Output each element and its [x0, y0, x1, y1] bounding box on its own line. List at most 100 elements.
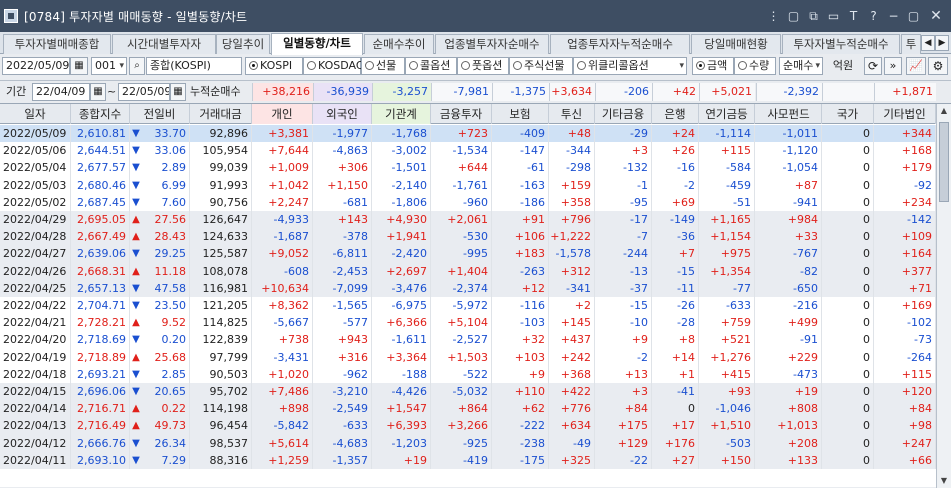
tab-next-icon[interactable]: ▶	[935, 35, 949, 51]
radio-quantity[interactable]: 수량	[734, 57, 776, 75]
calendar-icon[interactable]: ▦	[170, 83, 186, 101]
table-row[interactable]: 2022/04/21 2,728.21 ▲ 9.52 114,825 -5,667 -577…	[0, 314, 936, 332]
scroll-up-icon[interactable]: ▲	[937, 104, 951, 118]
radio-kospi[interactable]: KOSPI	[245, 57, 303, 75]
down-arrow-icon: ▼	[132, 368, 140, 380]
radio-futures[interactable]: 선물	[361, 57, 405, 75]
value-cell: +84	[874, 400, 936, 418]
table-row[interactable]: 2022/05/03 2,680.46 ▼ 6.99 91,993 +1,042 +1,15…	[0, 176, 936, 194]
column-header[interactable]: 은행	[652, 104, 699, 124]
change-cell: ▼ 33.70	[130, 125, 190, 143]
value-cell: -1	[595, 176, 652, 194]
table-row[interactable]: 2022/05/09 2,610.81 ▼ 33.70 92,896 +3,381 -1,9…	[0, 125, 936, 143]
weekly-option-select[interactable]: 위클리콜옵션	[573, 57, 687, 75]
calendar-icon[interactable]: ▦	[90, 83, 106, 101]
column-header[interactable]: 일자	[0, 104, 71, 124]
tab-1[interactable]: 시간대별투자자	[112, 34, 216, 54]
code-select[interactable]: 001	[91, 57, 127, 75]
tab-8[interactable]: 투자자별누적순매수	[782, 34, 900, 54]
chart-icon[interactable]: 📈	[906, 57, 926, 75]
column-header[interactable]: 개인	[252, 104, 313, 124]
column-header[interactable]: 종합지수	[71, 104, 130, 124]
tab-7[interactable]: 당일매매현황	[691, 34, 781, 54]
link-icon[interactable]: ⧉	[805, 8, 822, 25]
tab-9[interactable]: 투	[901, 34, 921, 54]
change-value: 33.06	[154, 144, 187, 158]
column-header[interactable]: 거래대금	[190, 104, 252, 124]
value-cell: +1,547	[372, 400, 431, 418]
table-row[interactable]: 2022/04/29 2,695.05 ▲ 27.56 126,647 -4,933 +14…	[0, 211, 936, 229]
column-header[interactable]: 기관계	[372, 104, 431, 124]
column-header[interactable]: 기타법인	[874, 104, 936, 124]
table-row[interactable]: 2022/04/18 2,693.21 ▼ 2.85 90,503 +1,020 -962-…	[0, 365, 936, 383]
value-cell: -82	[756, 262, 822, 280]
value-cell: -608	[252, 262, 313, 280]
metric-select[interactable]: 순매수	[779, 57, 823, 75]
column-header[interactable]: 전일비	[130, 104, 190, 124]
column-header[interactable]: 투신	[549, 104, 595, 124]
table-row[interactable]: 2022/04/11 2,693.10 ▼ 7.29 88,316 +1,259 -1,35…	[0, 451, 936, 469]
scroll-thumb[interactable]	[939, 122, 949, 202]
scroll-down-icon[interactable]: ▼	[937, 474, 951, 488]
radio-kosdaq[interactable]: KOSDAQ	[303, 57, 365, 75]
help-icon[interactable]: ?	[865, 8, 882, 25]
column-header[interactable]: 연기금등	[699, 104, 755, 124]
panel-icon[interactable]: ▭	[825, 8, 842, 25]
date-cell: 2022/04/27	[0, 245, 71, 263]
radio-dot-icon	[307, 61, 316, 70]
table-row[interactable]: 2022/04/26 2,668.31 ▲ 11.18 108,078 -608 -2,45…	[0, 262, 936, 280]
radio-call-option[interactable]: 콜옵션	[405, 57, 457, 75]
radio-dot-icon	[365, 61, 374, 70]
table-row[interactable]: 2022/04/12 2,666.76 ▼ 26.34 98,537 +5,614 -4,6…	[0, 434, 936, 452]
tab-prev-icon[interactable]: ◀	[921, 35, 935, 51]
column-header[interactable]: 외국인	[313, 104, 372, 124]
table-row[interactable]: 2022/04/19 2,718.89 ▲ 25.68 97,799 -3,431 +316…	[0, 348, 936, 366]
table-row[interactable]: 2022/04/22 2,704.71 ▼ 23.50 121,205 +8,362 -1,…	[0, 297, 936, 315]
value-cell: +159	[549, 176, 595, 194]
column-header[interactable]: 사모펀드	[756, 104, 822, 124]
column-header[interactable]: 국가	[822, 104, 874, 124]
tab-3[interactable]: 일별동향/차트	[271, 33, 363, 55]
column-header[interactable]: 보험	[492, 104, 549, 124]
tab-4[interactable]: 순매수추이	[364, 34, 434, 54]
search-icon[interactable]: ⌕	[129, 57, 145, 75]
radio-stock-futures[interactable]: 주식선물	[509, 57, 573, 75]
screen-icon[interactable]: ▢	[785, 8, 802, 25]
period-label: 기간	[2, 83, 32, 101]
date-input[interactable]: 2022/05/09	[2, 57, 70, 75]
vertical-scrollbar[interactable]: ▲ ▼	[936, 104, 951, 488]
table-row[interactable]: 2022/04/27 2,639.06 ▼ 29.25 125,587 +9,052 -6,…	[0, 245, 936, 263]
close-icon[interactable]: ✕	[925, 8, 947, 25]
settings-icon[interactable]: ⚙	[928, 57, 948, 75]
column-header[interactable]: 기타금융	[595, 104, 652, 124]
radio-dot-icon	[409, 61, 418, 70]
table-row[interactable]: 2022/04/14 2,716.71 ▲ 0.22 114,198 +898 -2,549…	[0, 400, 936, 418]
tab-0[interactable]: 투자자별매매종합	[3, 34, 111, 54]
table-row[interactable]: 2022/04/25 2,657.13 ▼ 47.58 116,981 +10,634 -7…	[0, 279, 936, 297]
tab-6[interactable]: 업종투자자누적순매수	[550, 34, 690, 54]
table-row[interactable]: 2022/04/15 2,696.06 ▼ 20.65 95,702 +7,486 -3,2…	[0, 383, 936, 401]
table-row[interactable]: 2022/05/04 2,677.57 ▼ 2.89 99,039 +1,009 +306-…	[0, 159, 936, 177]
refresh-icon[interactable]: ⟳	[864, 57, 882, 75]
tab-2[interactable]: 당일추이	[216, 34, 270, 54]
tab-5[interactable]: 업종별투자자순매수	[435, 34, 549, 54]
font-icon[interactable]: T	[845, 8, 862, 25]
table-row[interactable]: 2022/05/02 2,687.45 ▼ 7.60 90,756 +2,247 -681-…	[0, 193, 936, 211]
column-header[interactable]: 금융투자	[431, 104, 492, 124]
period-to-input[interactable]: 22/05/09	[118, 83, 170, 101]
maximize-icon[interactable]: ▢	[905, 8, 922, 25]
minimize-icon[interactable]: −	[885, 8, 902, 25]
calendar-icon[interactable]: ▦	[70, 57, 88, 75]
value-cell: -28	[652, 314, 699, 332]
table-row[interactable]: 2022/04/20 2,718.69 ▼ 0.20 122,839 +738 +943 -1…	[0, 331, 936, 349]
table-row[interactable]: 2022/04/13 2,716.49 ▲ 49.73 96,454 -5,842 -633…	[0, 417, 936, 435]
radio-put-option[interactable]: 풋옵션	[457, 57, 509, 75]
period-from-input[interactable]: 22/04/09	[32, 83, 90, 101]
menu-icon[interactable]: ⋮	[765, 8, 782, 25]
table-row[interactable]: 2022/04/28 2,667.49 ▲ 28.43 124,633 -1,687 -37…	[0, 228, 936, 246]
value-cell: +7,644	[252, 142, 313, 160]
table-row[interactable]: 2022/05/06 2,644.51 ▼ 33.06 105,954 +7,644 -4,…	[0, 142, 936, 160]
next-page-icon[interactable]: »	[884, 57, 902, 75]
select-label: 위클리콜옵션	[588, 59, 649, 72]
radio-amount[interactable]: 금액	[692, 57, 734, 75]
